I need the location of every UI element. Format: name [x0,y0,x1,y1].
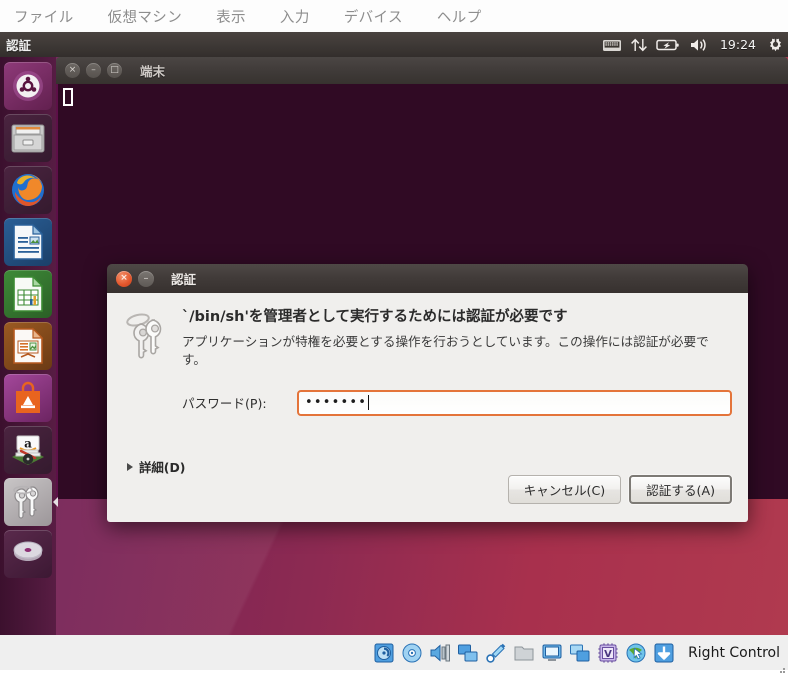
password-row: パスワード(P): ••••••• [123,389,732,416]
firefox-icon [8,170,48,210]
optical-disk-icon[interactable] [401,642,423,664]
resize-grip[interactable] [776,659,786,673]
virtualization-icon[interactable]: V [597,642,619,664]
audio-icon[interactable] [429,642,451,664]
network-indicator-icon[interactable] [631,37,647,53]
libreoffice-writer-icon [11,223,45,261]
terminal-maximize-button[interactable]: □ [107,63,122,78]
panel-clock[interactable]: 19:24 [718,37,758,52]
details-label: 詳細(D) [139,460,186,475]
keyboard-indicator-icon[interactable] [602,38,622,52]
text-caret [368,395,370,411]
volume-indicator-icon[interactable] [689,37,709,53]
terminal-title: 端末 [140,64,166,79]
auth-dialog-close-button[interactable]: × [116,270,132,287]
terminal-minimize-button[interactable]: – [86,63,101,78]
guest-screen: × – □ 端末 a 認証 19:24 × – 認証 `/bin/sh'を管理者… [0,32,788,635]
authenticate-button[interactable]: 認証する(A) [629,475,732,504]
vbox-menubar: ファイル 仮想マシン 表示 入力 デバイス ヘルプ [0,0,788,32]
auth-dialog: × – 認証 `/bin/sh'を管理者として実行するためには認証が必要です ア… [107,264,748,522]
auth-dialog-titlebar[interactable]: × – 認証 [107,264,748,293]
terminal-close-button[interactable]: × [65,63,80,78]
launcher-item-dash[interactable] [4,62,52,110]
files-icon [9,121,47,155]
password-label: パスワード(P): [182,396,267,412]
panel-indicators: 19:24 [602,32,784,57]
svg-text:a: a [24,437,32,451]
launcher-item-calc[interactable] [4,270,52,318]
hard-disk-icon[interactable] [373,642,395,664]
ubuntu-panel: 認証 19:24 [0,32,788,57]
auth-dialog-description: アプリケーションが特権を必要とする操作を行おうとしています。この操作には認証が必… [182,334,709,367]
panel-window-title: 認証 [6,38,32,53]
launcher-item-files[interactable] [4,114,52,162]
amazon-icon: a [8,431,48,469]
battery-indicator-icon[interactable] [656,38,680,52]
menu-machine[interactable]: 仮想マシン [108,6,183,27]
libreoffice-calc-icon [11,275,45,313]
host-key-label: Right Control [688,644,780,661]
auth-dialog-minimize-button[interactable]: – [138,270,154,287]
launcher-item-firefox[interactable] [4,166,52,214]
auth-dialog-body: `/bin/sh'を管理者として実行するためには認証が必要です アプリケーション… [107,293,748,522]
menu-file[interactable]: ファイル [14,6,74,27]
ubuntu-dash-icon [10,68,46,104]
menu-view[interactable]: 表示 [216,6,246,27]
auth-dialog-buttons: キャンセル(C) 認証する(A) [507,475,732,504]
network-icon[interactable] [457,642,479,664]
libreoffice-impress-icon [11,327,45,365]
keys-icon [11,484,45,520]
usb-icon[interactable] [485,642,507,664]
display-icon[interactable] [541,642,563,664]
cancel-button[interactable]: キャンセル(C) [507,475,622,504]
menu-devices[interactable]: デバイス [344,6,403,27]
auth-dialog-heading: `/bin/sh'を管理者として実行するためには認証が必要です [182,309,568,325]
launcher-item-impress[interactable] [4,322,52,370]
unity-launcher: a [0,57,56,635]
screen-capture-icon[interactable] [569,642,591,664]
optical-disc-icon [9,539,47,569]
password-input[interactable]: ••••••• [297,389,732,416]
launcher-item-disc[interactable] [4,530,52,578]
session-gear-icon[interactable] [767,36,784,53]
mouse-integration-icon[interactable] [625,642,647,664]
vbox-statusbar: V Right Control [0,635,788,673]
shared-folder-icon[interactable] [513,642,535,664]
auth-dialog-title: 認証 [171,272,197,287]
ubuntu-software-icon [10,380,46,416]
launcher-item-writer[interactable] [4,218,52,266]
menu-input[interactable]: 入力 [280,6,310,27]
terminal-cursor [63,88,73,106]
svg-text:V: V [604,649,612,660]
keyboard-capture-icon[interactable] [653,642,675,664]
chevron-right-icon [127,463,133,471]
details-expander[interactable]: 詳細(D) [127,458,185,476]
menu-help[interactable]: ヘルプ [437,6,482,27]
password-value: ••••••• [305,395,368,411]
keyring-icon [123,307,171,369]
launcher-item-software[interactable] [4,374,52,422]
launcher-item-amazon[interactable]: a [4,426,52,474]
terminal-titlebar[interactable]: × – □ 端末 [56,57,788,84]
launcher-item-passwords[interactable] [4,478,52,526]
